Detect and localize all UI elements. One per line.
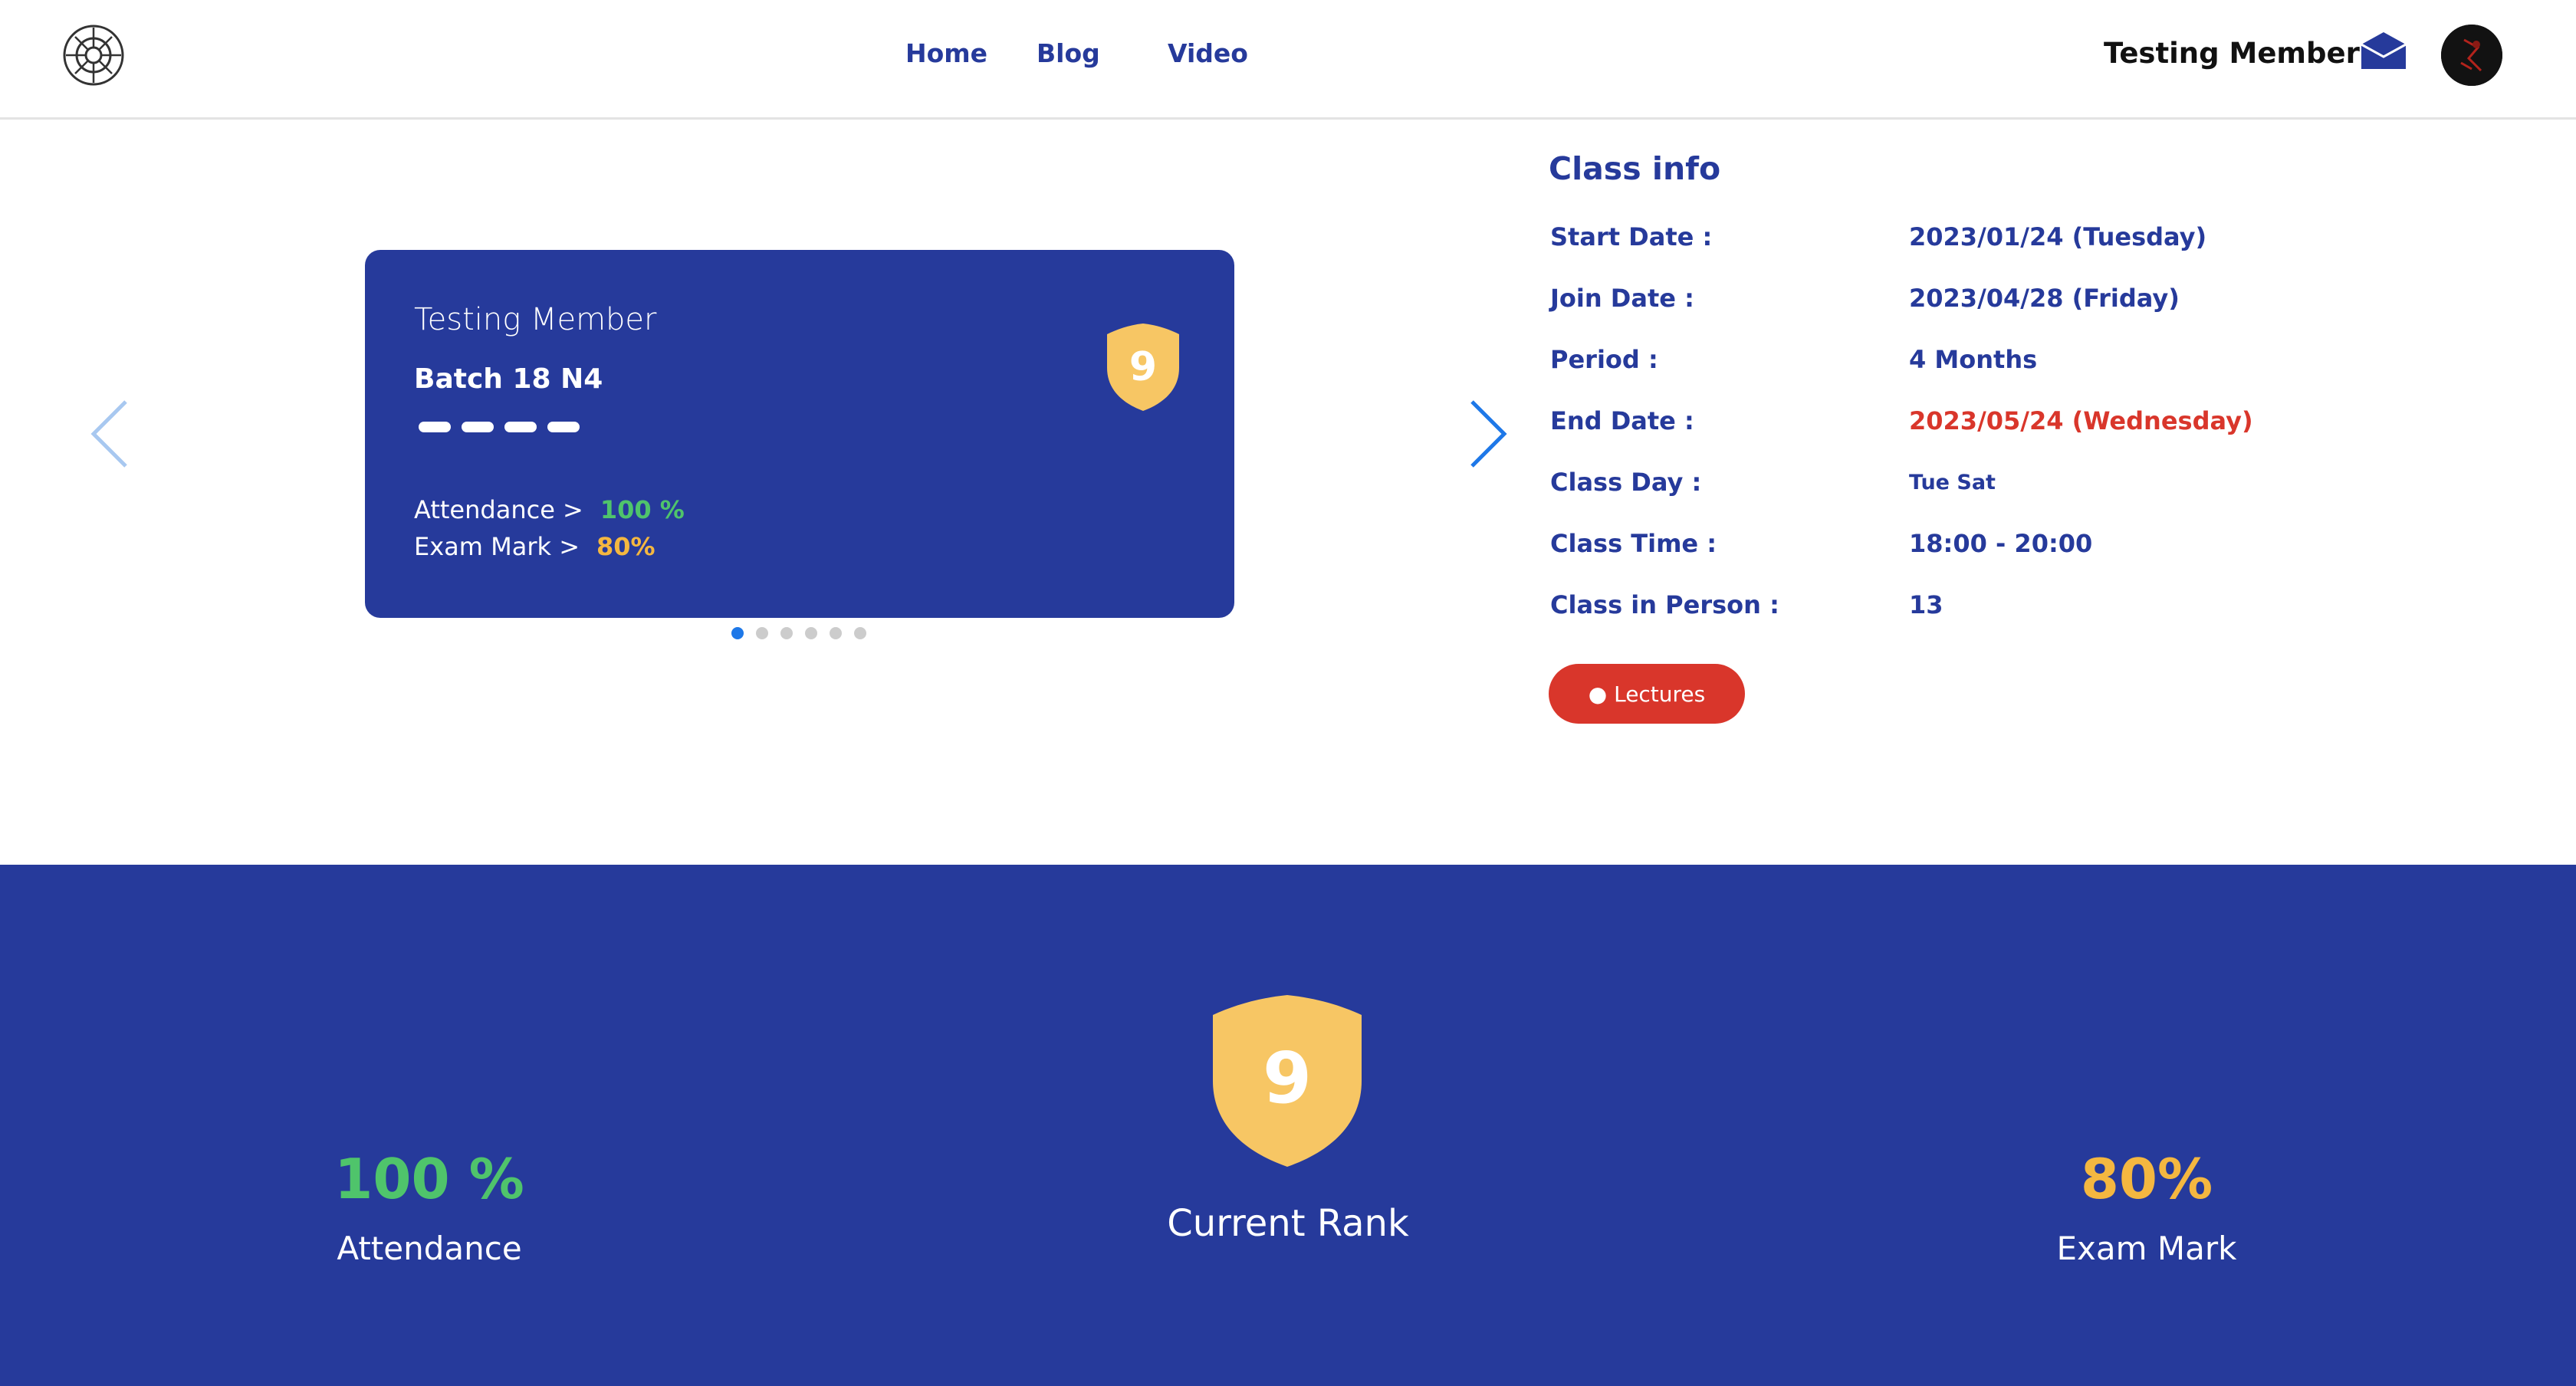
- member-card: Testing Member Batch 18 N4 9 Attendance …: [365, 250, 1234, 618]
- card-attendance-label: Attendance >: [414, 495, 583, 524]
- exam-mark-stat-value: 80%: [2080, 1147, 2213, 1211]
- carousel-prev-arrow-icon[interactable]: [86, 396, 132, 472]
- card-exam-mark[interactable]: Exam Mark > 80%: [414, 532, 656, 561]
- end-date-value: 2023/05/24 (Wednesday): [1909, 406, 2253, 435]
- exam-mark-stat: 80% Exam Mark: [1917, 1147, 2377, 1267]
- info-row-class-in-person: Class in Person : 13: [1550, 590, 2317, 629]
- carousel-dot-6[interactable]: [854, 627, 866, 639]
- class-info-title: Class info: [1549, 150, 1721, 187]
- carousel-pagination: [731, 627, 866, 639]
- period-label: Period :: [1550, 345, 1658, 374]
- avatar-image: [2441, 25, 2502, 86]
- rank-stat-label: Current Rank: [1167, 1202, 1409, 1245]
- exam-mark-stat-label: Exam Mark: [2056, 1230, 2237, 1267]
- class-in-person-value: 13: [1909, 590, 1944, 619]
- info-row-class-day: Class Day : Tue Sat: [1550, 468, 2317, 506]
- user-name[interactable]: Testing Member: [2104, 37, 2360, 70]
- card-member-name: Testing Member: [414, 302, 657, 337]
- card-attendance-value: 100 %: [600, 495, 685, 524]
- attendance-stat-label: Attendance: [337, 1230, 522, 1267]
- avatar[interactable]: [2441, 25, 2502, 86]
- info-row-class-time: Class Time : 18:00 - 20:00: [1550, 529, 2317, 567]
- logo-icon[interactable]: [61, 23, 126, 87]
- attendance-stat: 100 % Attendance: [199, 1147, 659, 1267]
- class-in-person-label: Class in Person :: [1550, 590, 1779, 619]
- start-date-label: Start Date :: [1550, 222, 1713, 251]
- rank-stat-value: 9: [1263, 1037, 1312, 1119]
- card-exam-value: 80%: [596, 532, 656, 561]
- info-row-period: Period : 4 Months: [1550, 345, 2317, 383]
- join-date-value: 2023/04/28 (Friday): [1909, 284, 2180, 313]
- card-exam-label: Exam Mark >: [414, 532, 580, 561]
- attendance-stat-value: 100 %: [334, 1147, 524, 1211]
- info-row-end-date: End Date : 2023/05/24 (Wednesday): [1550, 406, 2317, 445]
- info-row-start-date: Start Date : 2023/01/24 (Tuesday): [1550, 222, 2317, 261]
- rank-shield-icon: 9: [1213, 995, 1362, 1167]
- class-time-value: 18:00 - 20:00: [1909, 529, 2093, 558]
- card-batch: Batch 18 N4: [414, 363, 603, 395]
- nav-blog-link[interactable]: Blog: [1037, 38, 1100, 68]
- card-dash-decoration: [419, 422, 580, 432]
- class-day-label: Class Day :: [1550, 468, 1702, 497]
- nav-video-link[interactable]: Video: [1168, 38, 1248, 68]
- class-day-value: Tue Sat: [1909, 471, 1996, 494]
- card-rank-value: 9: [1129, 344, 1157, 390]
- shield-icon: 9: [1107, 324, 1179, 411]
- card-rank-badge: 9: [1104, 320, 1182, 412]
- join-date-label: Join Date :: [1550, 284, 1694, 313]
- period-value: 4 Months: [1909, 345, 2038, 374]
- top-navbar: Home Blog Video Testing Member: [0, 0, 2576, 120]
- mail-icon[interactable]: [2358, 29, 2409, 72]
- class-time-label: Class Time :: [1550, 529, 1717, 558]
- info-row-join-date: Join Date : 2023/04/28 (Friday): [1550, 284, 2317, 322]
- carousel-dot-4[interactable]: [805, 627, 817, 639]
- end-date-label: End Date :: [1550, 406, 1694, 435]
- carousel-dot-1[interactable]: [731, 627, 744, 639]
- carousel-dot-3[interactable]: [780, 627, 793, 639]
- carousel-dot-2[interactable]: [756, 627, 768, 639]
- carousel-dot-5[interactable]: [830, 627, 842, 639]
- carousel-next-arrow-icon[interactable]: [1466, 396, 1512, 472]
- lectures-button[interactable]: ● Lectures: [1549, 664, 1745, 724]
- nav-home-link[interactable]: Home: [905, 38, 987, 68]
- start-date-value: 2023/01/24 (Tuesday): [1909, 222, 2207, 251]
- card-attendance[interactable]: Attendance > 100 %: [414, 495, 685, 524]
